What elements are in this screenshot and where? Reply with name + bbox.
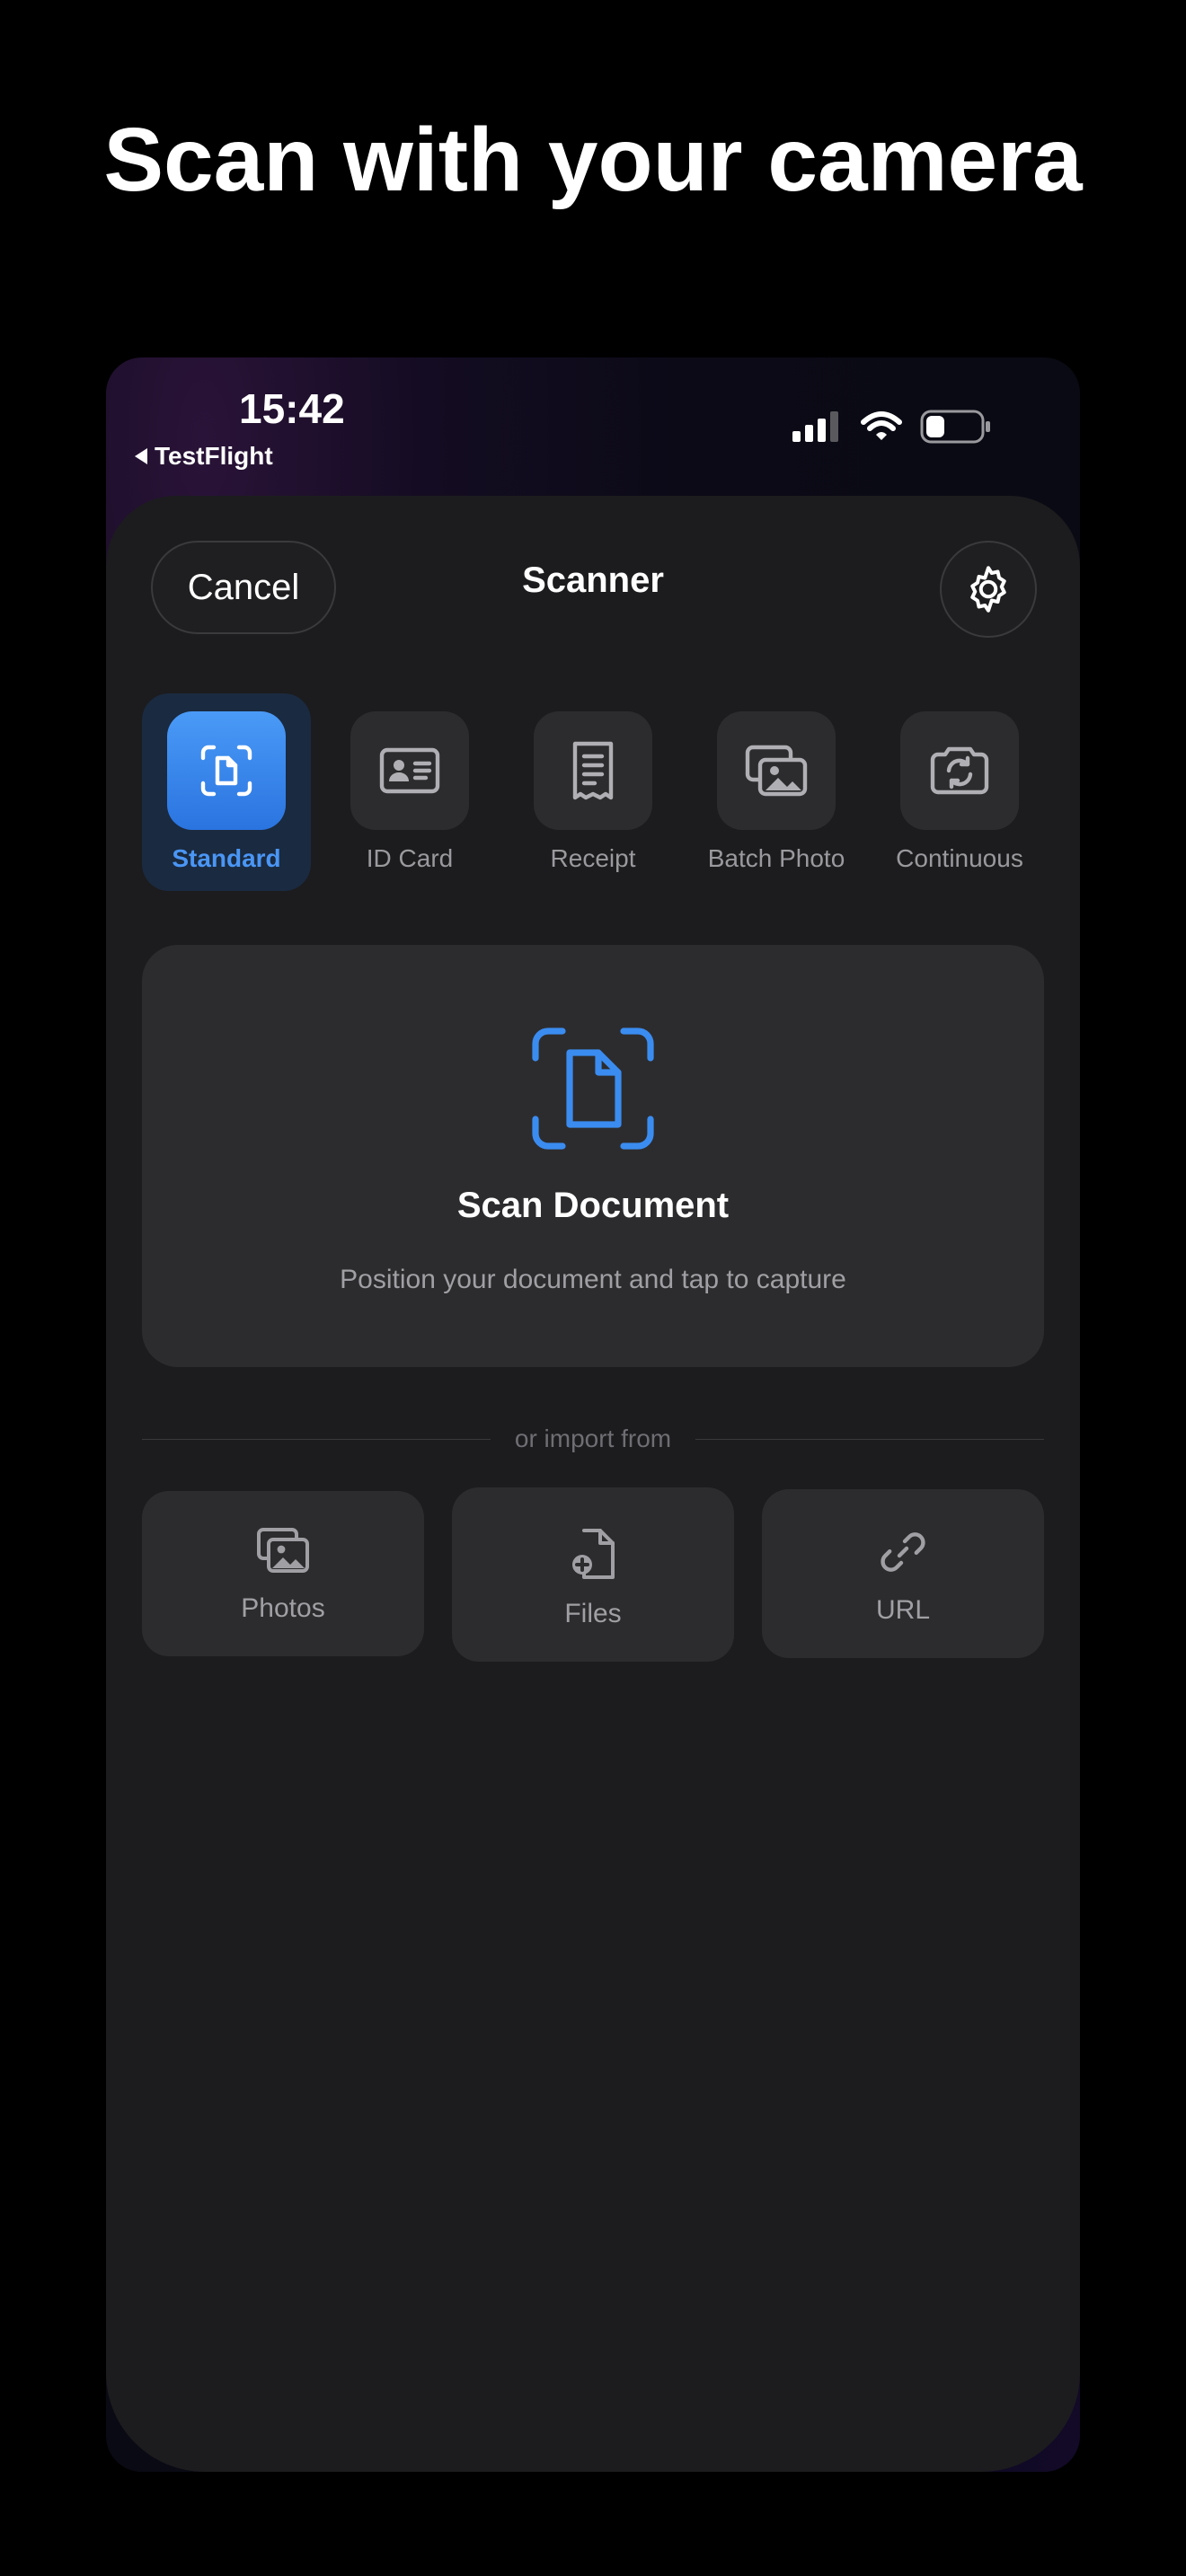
import-url-button[interactable]: URL <box>762 1489 1044 1658</box>
import-photos-label: Photos <box>241 1593 325 1623</box>
document-scan-icon <box>200 745 252 797</box>
import-divider: or import from <box>142 1421 1044 1457</box>
status-time: 15:42 <box>239 385 345 432</box>
scan-card-title: Scan Document <box>456 1186 730 1225</box>
import-url-label: URL <box>875 1595 930 1625</box>
marketing-headline: Scan with your camera <box>103 110 1083 210</box>
mode-icon-tile <box>534 711 652 830</box>
receipt-icon <box>572 741 614 800</box>
camera-rotate-icon <box>930 746 989 795</box>
import-photos-button[interactable]: Photos <box>142 1491 424 1656</box>
scanner-sheet: Cancel Scanner Standard ID Card Receipt … <box>106 496 1080 2472</box>
mode-receipt[interactable]: Receipt <box>509 693 677 891</box>
mode-standard[interactable]: Standard <box>142 693 311 891</box>
cellular-signal-icon <box>792 411 838 442</box>
mode-icon-tile <box>717 711 836 830</box>
mode-label: Standard <box>172 844 281 872</box>
mode-id-card[interactable]: ID Card <box>325 693 494 891</box>
status-icons <box>792 410 992 444</box>
scan-mode-selector: Standard ID Card Receipt Batch Photo Con… <box>142 693 1044 891</box>
wifi-icon <box>861 411 902 440</box>
mode-batch-photo[interactable]: Batch Photo <box>692 693 861 891</box>
mode-icon-tile <box>350 711 469 830</box>
mode-label: ID Card <box>366 844 454 872</box>
mode-icon-tile <box>900 711 1019 830</box>
photos-icon <box>257 1528 309 1573</box>
back-to-app-link[interactable]: TestFlight <box>135 442 273 471</box>
file-add-icon <box>572 1529 615 1579</box>
mode-continuous[interactable]: Continuous <box>875 693 1044 891</box>
import-files-label: Files <box>564 1599 622 1628</box>
scan-document-card[interactable]: Scan Document Position your document and… <box>142 945 1044 1367</box>
link-icon <box>881 1532 925 1572</box>
photo-stack-icon <box>745 745 808 797</box>
device-screen: 15:42 TestFlight Cancel Scanner Standard… <box>106 357 1080 2472</box>
document-viewfinder-icon <box>532 1028 654 1150</box>
back-triangle-icon <box>135 448 147 464</box>
sheet-title: Scanner <box>522 560 664 600</box>
scan-card-subtitle: Position your document and tap to captur… <box>340 1265 846 1294</box>
settings-button[interactable] <box>940 541 1037 638</box>
mode-icon-tile <box>167 711 286 830</box>
battery-icon <box>920 410 990 444</box>
back-app-label: TestFlight <box>155 442 273 470</box>
import-files-button[interactable]: Files <box>452 1487 734 1662</box>
divider-text: or import from <box>514 1425 672 1452</box>
id-card-icon <box>379 747 440 794</box>
mode-label: Continuous <box>896 844 1023 872</box>
mode-label: Receipt <box>550 844 636 872</box>
gear-icon <box>970 566 1006 613</box>
status-bar: 15:42 TestFlight <box>106 357 1080 492</box>
mode-label: Batch Photo <box>707 844 845 872</box>
